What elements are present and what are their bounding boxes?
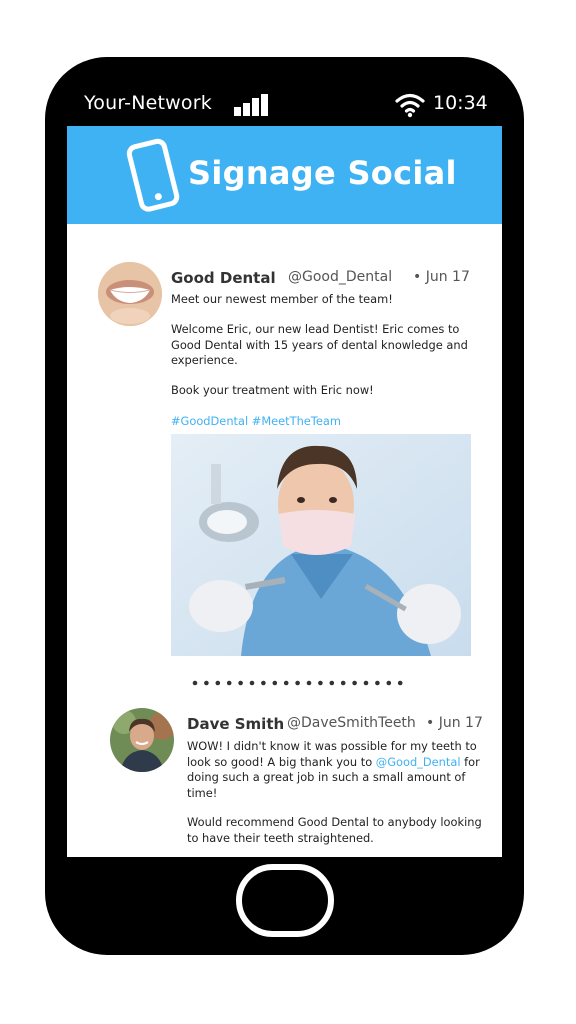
signal-bars-icon [234,94,268,116]
post-date: • Jun 17 [413,269,470,285]
post-author-handle[interactable]: @Good_Dental [288,269,392,285]
smiling-mouth-photo [98,262,162,326]
home-button[interactable] [236,864,334,937]
network-name: Your-Network [84,92,212,114]
dave-smith-photo [110,708,174,772]
smartphone-icon [126,138,180,212]
dentist-photo [171,434,471,656]
avatar[interactable] [110,708,174,772]
post-author-name[interactable]: Good Dental [171,269,276,287]
post-date: • Jun 17 [426,715,483,731]
post-divider [192,680,403,686]
app-screen: Signage Social Good Dental @Good_Dental … [67,126,502,857]
status-bar: Your-Network 10:34 [84,90,488,120]
mention-link[interactable]: @Good_Dental [376,755,461,769]
post-author-handle[interactable]: @DaveSmithTeeth [287,715,416,731]
post-text-line: Book your treatment with Eric now! [171,383,374,397]
app-title: Signage Social [188,154,457,192]
post-image[interactable] [171,434,471,656]
app-header: Signage Social [67,126,502,224]
clock-time: 10:34 [433,92,488,114]
post-text-paragraph: Would recommend Good Dental to anybody l… [187,815,482,845]
post-text-line: Meet our newest member of the team! [171,292,393,306]
post-text-paragraph: Welcome Eric, our new lead Dentist! Eric… [171,322,468,367]
avatar[interactable] [98,262,162,326]
post-text-paragraph: WOW! I didn't know it was possible for m… [187,739,483,801]
post-hashtags[interactable]: #GoodDental #MeetTheTeam [171,414,341,428]
wifi-icon [395,93,425,118]
post-author-name[interactable]: Dave Smith [187,715,284,733]
